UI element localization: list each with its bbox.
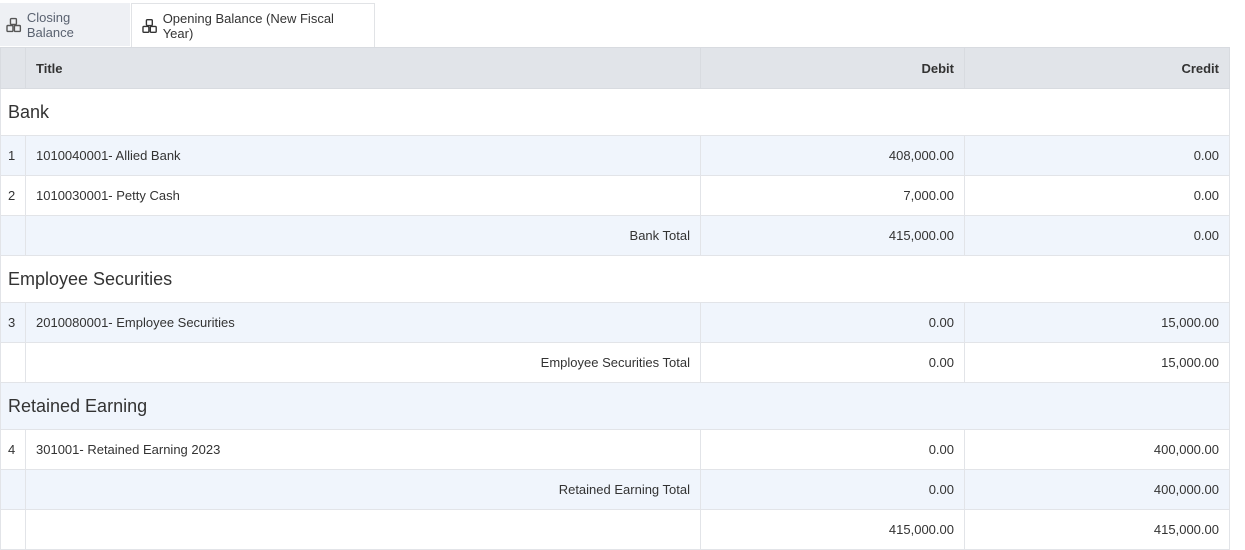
group-total-credit: 0.00 bbox=[964, 215, 1230, 256]
group-total-row: Retained Earning Total 0.00 400,000.00 bbox=[0, 469, 1230, 510]
table-row[interactable]: 4 301001- Retained Earning 2023 0.00 400… bbox=[0, 429, 1230, 470]
tab-opening-balance[interactable]: Opening Balance (New Fiscal Year) bbox=[131, 3, 375, 48]
group-total-debit: 0.00 bbox=[700, 469, 965, 510]
header-credit[interactable]: Credit bbox=[964, 47, 1230, 89]
header-num bbox=[0, 47, 26, 89]
row-credit: 0.00 bbox=[964, 175, 1230, 216]
total-num-cell bbox=[0, 469, 26, 510]
row-debit: 0.00 bbox=[700, 302, 965, 343]
row-number: 4 bbox=[0, 429, 26, 470]
group-row-bank: Bank bbox=[0, 88, 1230, 136]
row-title: 1010030001- Petty Cash bbox=[25, 175, 701, 216]
row-debit: 408,000.00 bbox=[700, 135, 965, 176]
balance-table: Title Debit Credit Bank 1 1010040001- Al… bbox=[0, 47, 1230, 550]
header-debit[interactable]: Debit bbox=[700, 47, 965, 89]
group-total-label: Employee Securities Total bbox=[25, 342, 701, 383]
group-total-row: Bank Total 415,000.00 0.00 bbox=[0, 215, 1230, 256]
table-row[interactable]: 3 2010080001- Employee Securities 0.00 1… bbox=[0, 302, 1230, 343]
group-total-label: Retained Earning Total bbox=[25, 469, 701, 510]
tab-bar: Closing Balance Opening Balance (New Fis… bbox=[0, 0, 1229, 48]
header-title[interactable]: Title bbox=[25, 47, 701, 89]
row-title: 1010040001- Allied Bank bbox=[25, 135, 701, 176]
tab-label: Closing Balance bbox=[26, 9, 74, 40]
header-row: Title Debit Credit bbox=[0, 47, 1230, 89]
group-total-debit: 415,000.00 bbox=[700, 215, 965, 256]
group-name: Employee Securities bbox=[0, 255, 1230, 303]
row-number: 1 bbox=[0, 135, 26, 176]
cubes-icon bbox=[6, 17, 22, 32]
row-debit: 7,000.00 bbox=[700, 175, 965, 216]
table-row[interactable]: 1 1010040001- Allied Bank 408,000.00 0.0… bbox=[0, 135, 1230, 176]
total-num-cell bbox=[0, 342, 26, 383]
group-total-credit: 400,000.00 bbox=[964, 469, 1230, 510]
row-title: 2010080001- Employee Securities bbox=[25, 302, 701, 343]
group-total-credit: 15,000.00 bbox=[964, 342, 1230, 383]
row-title: 301001- Retained Earning 2023 bbox=[25, 429, 701, 470]
grand-total-row: 415,000.00 415,000.00 bbox=[0, 509, 1230, 550]
grand-total-credit: 415,000.00 bbox=[964, 509, 1230, 550]
row-credit: 400,000.00 bbox=[964, 429, 1230, 470]
table-row[interactable]: 2 1010030001- Petty Cash 7,000.00 0.00 bbox=[0, 175, 1230, 216]
group-row-employee-securities: Employee Securities bbox=[0, 255, 1230, 303]
tab-label: Opening Balance (New Fiscal Year) bbox=[162, 10, 334, 41]
row-number: 2 bbox=[0, 175, 26, 216]
group-total-label: Bank Total bbox=[25, 215, 701, 256]
group-row-retained-earning: Retained Earning bbox=[0, 382, 1230, 430]
tab-closing-balance[interactable]: Closing Balance bbox=[0, 3, 130, 46]
row-number: 3 bbox=[0, 302, 26, 343]
group-total-debit: 0.00 bbox=[700, 342, 965, 383]
group-total-row: Employee Securities Total 0.00 15,000.00 bbox=[0, 342, 1230, 383]
total-num-cell bbox=[0, 215, 26, 256]
row-credit: 0.00 bbox=[964, 135, 1230, 176]
row-credit: 15,000.00 bbox=[964, 302, 1230, 343]
row-debit: 0.00 bbox=[700, 429, 965, 470]
group-name: Retained Earning bbox=[0, 382, 1230, 430]
grand-total-debit: 415,000.00 bbox=[700, 509, 965, 550]
group-name: Bank bbox=[0, 88, 1230, 136]
grand-total-label-cell bbox=[25, 509, 701, 550]
grand-total-num-cell bbox=[0, 509, 26, 550]
cubes-icon bbox=[142, 18, 157, 33]
